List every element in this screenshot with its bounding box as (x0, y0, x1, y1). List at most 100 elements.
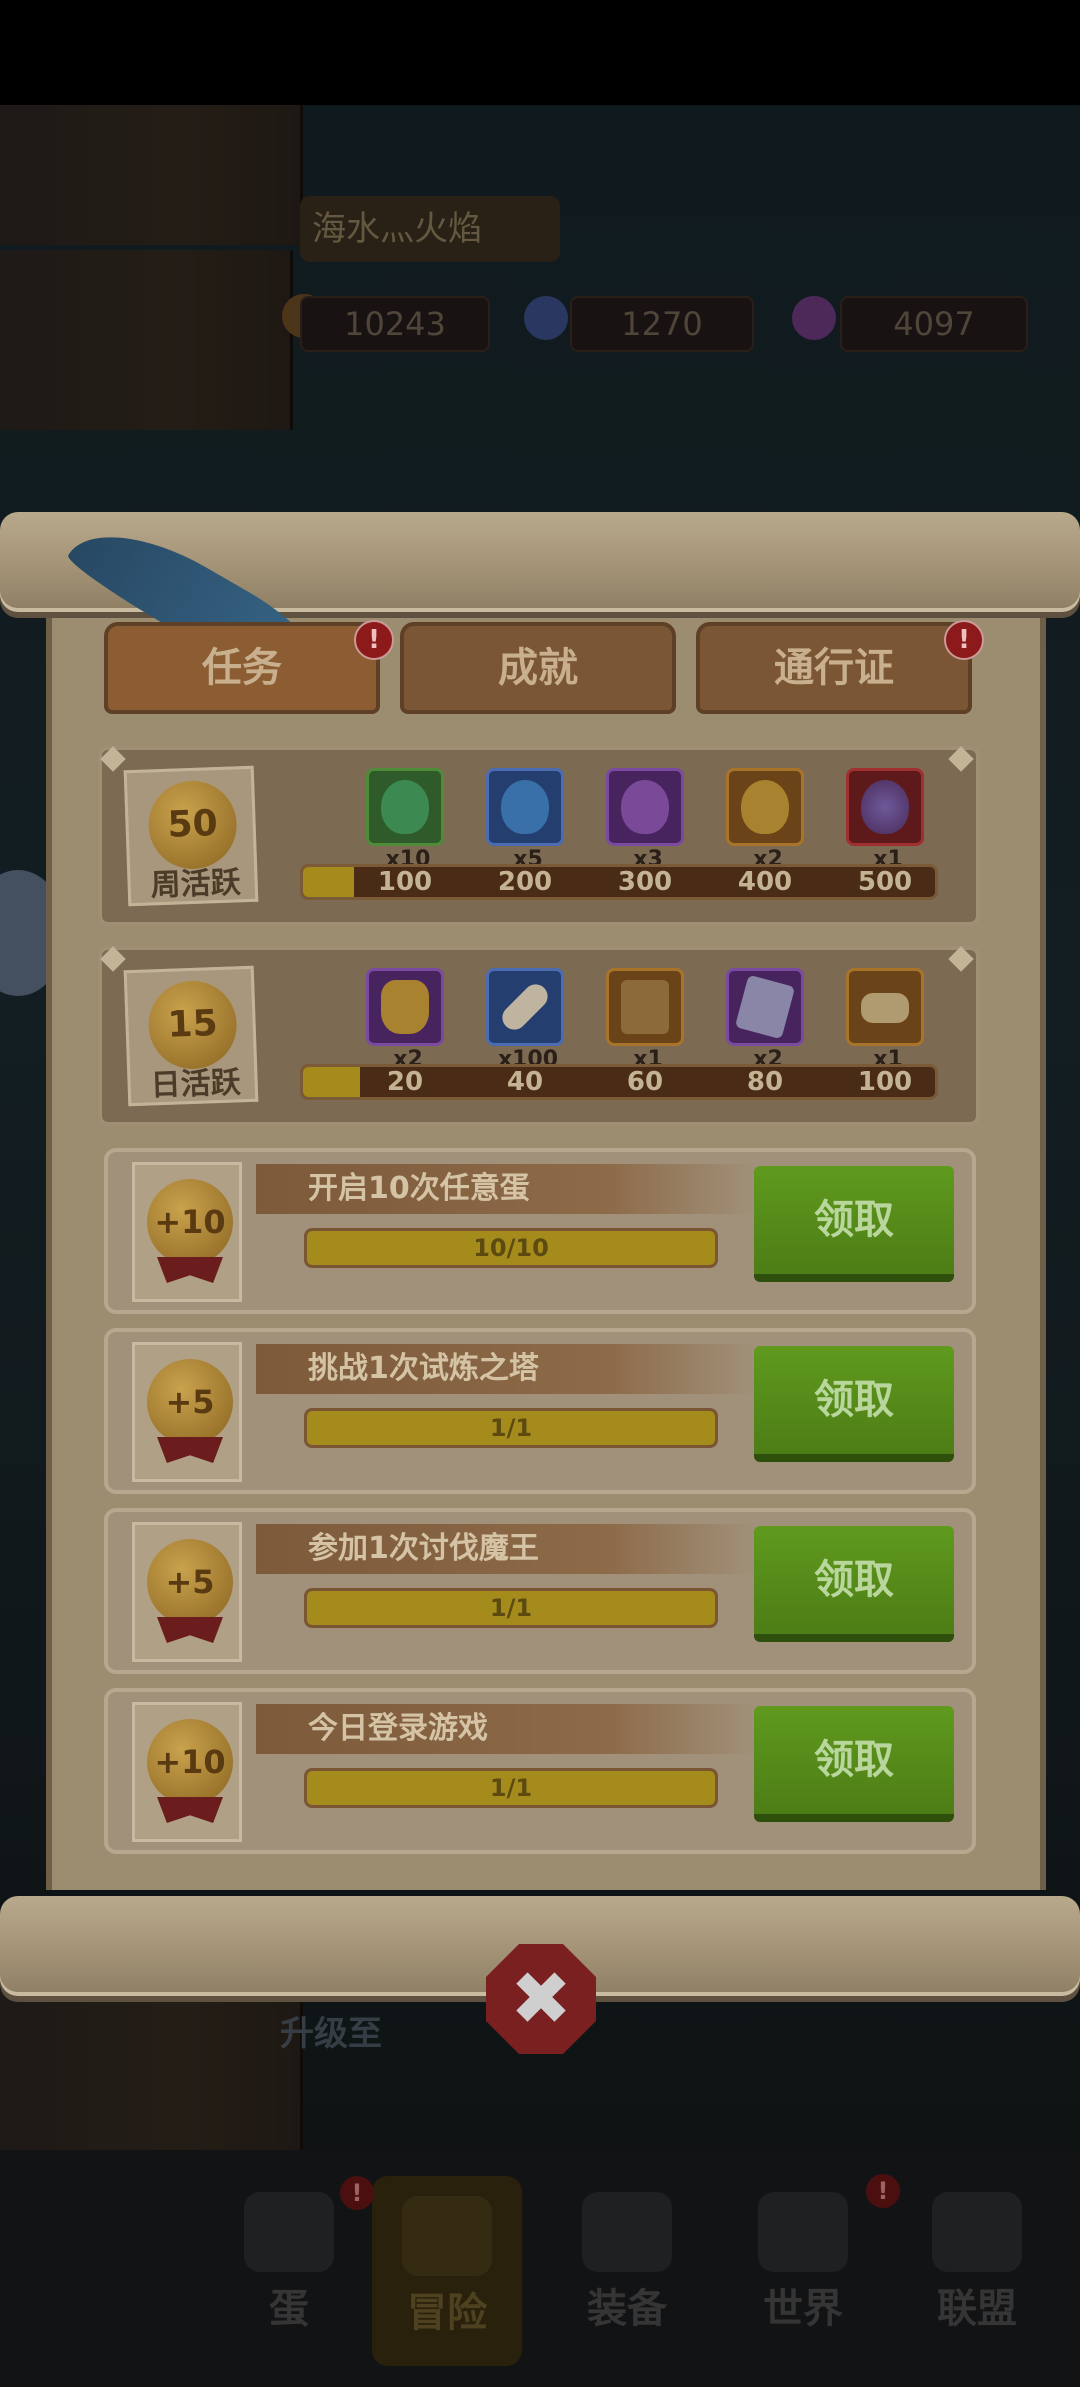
nav-alliance[interactable]: 联盟 (902, 2192, 1052, 2332)
scroll-icon (861, 993, 909, 1023)
ribbon-icon (157, 1797, 223, 1823)
weekly-milestone: 300 (617, 867, 673, 897)
golden-egg-icon (741, 780, 789, 834)
daily-reward-5[interactable]: x1 (846, 968, 924, 1071)
ribbon-icon (157, 1257, 223, 1283)
task-card: +5 参加1次讨伐魔王 1/1 领取 (104, 1508, 976, 1674)
tab-tasks[interactable]: 任务 (104, 622, 380, 714)
nav-label: 冒险 (407, 2290, 487, 2336)
weekly-reward-4[interactable]: x2 (726, 768, 804, 871)
task-progress-text: 1/1 (489, 1594, 533, 1622)
daily-milestone: 100 (857, 1067, 913, 1097)
ribbon-icon (157, 1437, 223, 1463)
weekly-points: 50 (147, 779, 239, 871)
crystal-counter[interactable]: 1270 (570, 296, 754, 352)
daily-milestone: 20 (386, 1067, 424, 1097)
task-points-badge: +10 (132, 1162, 242, 1302)
bone-icon (497, 979, 553, 1035)
chest-icon (621, 980, 669, 1034)
wood-plank (0, 105, 303, 245)
map-icon (758, 2192, 848, 2272)
weekly-label: 周活跃 (150, 865, 242, 904)
task-title: 开启10次任意蛋 (308, 1171, 530, 1206)
alert-icon: ! (340, 2176, 374, 2210)
task-points: +5 (147, 1539, 233, 1625)
claim-button[interactable]: 领取 (754, 1166, 954, 1282)
crossed-swords-icon (402, 2196, 492, 2276)
nav-label: 装备 (587, 2286, 667, 2332)
wood-plank (0, 1990, 303, 2160)
status-bar (0, 0, 1080, 105)
task-card: +10 开启10次任意蛋 10/10 领取 (104, 1148, 976, 1314)
egg-icon (244, 2192, 334, 2272)
weekly-reward-1[interactable]: x10 (366, 768, 444, 871)
gold-counter[interactable]: 10243 (300, 296, 490, 352)
tab-achievements[interactable]: 成就 (400, 622, 676, 714)
daily-progress-fill (303, 1067, 360, 1097)
task-title: 参加1次讨伐魔王 (308, 1531, 539, 1566)
ribbon-icon (157, 1617, 223, 1643)
weekly-progress-fill (303, 867, 354, 897)
task-card: +10 今日登录游戏 1/1 领取 (104, 1688, 976, 1854)
blue-crystal-icon (524, 296, 568, 340)
task-points-badge: +5 (132, 1522, 242, 1662)
nav-equipment[interactable]: 装备 (552, 2192, 702, 2332)
nav-label: 联盟 (937, 2286, 1017, 2332)
nav-label: 蛋 (269, 2286, 309, 2332)
nav-adventure[interactable]: 冒险 (372, 2176, 522, 2366)
tab-pass[interactable]: 通行证 (696, 622, 972, 714)
upgrade-hint: 升级至 (280, 2014, 382, 2054)
task-progress-bar: 1/1 (304, 1768, 718, 1808)
daily-milestone: 80 (746, 1067, 784, 1097)
task-card: +5 挑战1次试炼之塔 1/1 领取 (104, 1328, 976, 1494)
task-points: +10 (147, 1179, 233, 1265)
weekly-milestone: 500 (857, 867, 913, 897)
task-points-badge: +10 (132, 1702, 242, 1842)
task-progress-bar: 1/1 (304, 1408, 718, 1448)
task-points-badge: +5 (132, 1342, 242, 1482)
crystal-cube-icon (734, 974, 796, 1040)
weekly-milestone: 200 (497, 867, 553, 897)
task-progress-text: 1/1 (489, 1414, 533, 1442)
claim-button[interactable]: 领取 (754, 1526, 954, 1642)
task-title: 挑战1次试炼之塔 (308, 1351, 539, 1386)
task-points: +10 (147, 1719, 233, 1805)
task-progress-bar: 1/1 (304, 1588, 718, 1628)
daily-milestone: 60 (626, 1067, 664, 1097)
claim-button[interactable]: 领取 (754, 1706, 954, 1822)
treasure-sack-icon (381, 980, 429, 1034)
daily-points: 15 (147, 979, 239, 1071)
daily-reward-4[interactable]: x2 (726, 968, 804, 1071)
wood-plank (0, 250, 293, 430)
tab-alert-icon: ! (354, 620, 394, 660)
blue-egg-icon (501, 780, 549, 834)
daily-reward-3[interactable]: x1 (606, 968, 684, 1071)
daily-milestone: 40 (506, 1067, 544, 1097)
green-egg-icon (381, 780, 429, 834)
close-button[interactable]: ✖ (486, 1944, 596, 2054)
task-points: +5 (147, 1359, 233, 1445)
weekly-points-badge: 50 周活跃 (123, 765, 259, 907)
alert-icon: ! (866, 2174, 900, 2208)
nav-world[interactable]: 世界 (728, 2192, 878, 2332)
daily-reward-1[interactable]: x2 (366, 968, 444, 1071)
task-progress-text: 10/10 (473, 1234, 549, 1262)
claim-button[interactable]: 领取 (754, 1346, 954, 1462)
weekly-milestone: 400 (737, 867, 793, 897)
purple-egg-icon (621, 780, 669, 834)
daily-reward-2[interactable]: x100 (486, 968, 564, 1071)
task-title: 今日登录游戏 (308, 1711, 488, 1746)
nav-egg[interactable]: 蛋 (214, 2192, 364, 2332)
weekly-reward-5[interactable]: x1 (846, 768, 924, 871)
lock-icon (932, 2192, 1022, 2272)
player-name[interactable]: 海水灬火焰 (300, 196, 560, 262)
tab-alert-icon: ! (944, 620, 984, 660)
weekly-reward-2[interactable]: x5 (486, 768, 564, 871)
daily-label: 日活跃 (150, 1065, 242, 1104)
weekly-reward-3[interactable]: x3 (606, 768, 684, 871)
task-progress-text: 1/1 (489, 1774, 533, 1802)
purple-gem-icon (792, 296, 836, 340)
nav-label: 世界 (763, 2286, 843, 2332)
gem-counter[interactable]: 4097 (840, 296, 1028, 352)
red-orb-egg-icon (861, 780, 909, 834)
